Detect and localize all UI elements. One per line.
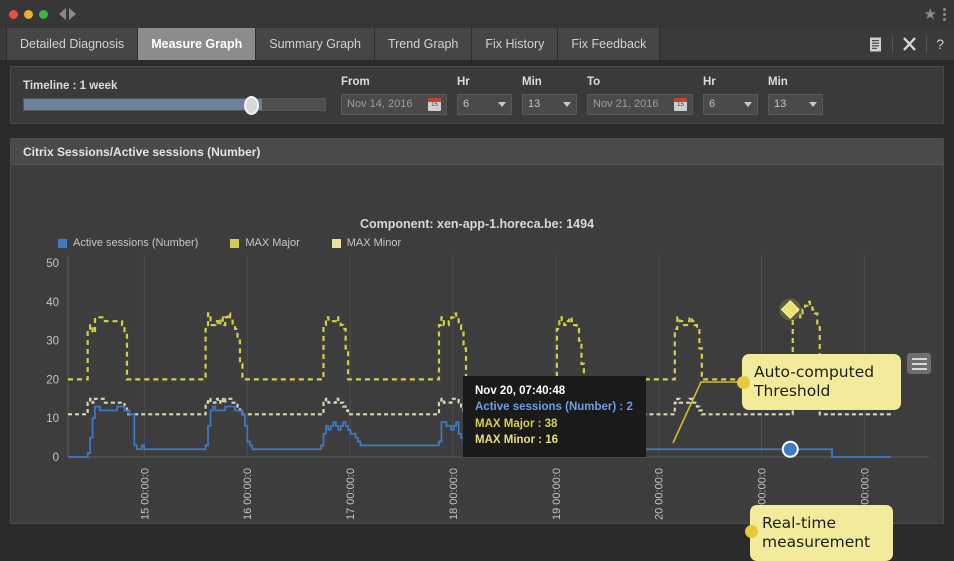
chevron-down-icon[interactable] bbox=[563, 101, 571, 107]
from-hour-group: Hr 6 bbox=[457, 76, 512, 115]
chart-body: 0 10 20 30 40 50 Nov 15 00:00:0 Nov 16 00:00:0 N… bbox=[11, 165, 943, 561]
timeline-slider-handle[interactable] bbox=[243, 95, 259, 115]
timeline-slider-fill bbox=[24, 98, 262, 110]
forward-arrow-icon[interactable] bbox=[69, 8, 76, 20]
back-arrow-icon[interactable] bbox=[59, 8, 66, 20]
icon-divider bbox=[892, 35, 894, 53]
title-bar: ★ bbox=[0, 0, 954, 28]
hamburger-menu-icon[interactable] bbox=[907, 353, 931, 374]
star-icon[interactable]: ★ bbox=[924, 7, 937, 22]
tab-measure-graph[interactable]: Measure Graph bbox=[138, 28, 257, 60]
from-hour-value: 6 bbox=[463, 98, 470, 110]
component-title: Component: xen-app-1.horeca.be: 1494 bbox=[359, 217, 595, 231]
from-hour-select[interactable]: 6 bbox=[457, 93, 512, 115]
kebab-menu-icon[interactable] bbox=[943, 7, 946, 21]
timeline-slider-group: Timeline : 1 week bbox=[11, 79, 331, 115]
legend-swatch-max-major bbox=[230, 238, 240, 248]
icon-divider-2 bbox=[926, 35, 928, 53]
from-minute-label: Min bbox=[522, 75, 542, 88]
svg-text:40: 40 bbox=[46, 297, 59, 309]
chart-panel: Citrix Sessions/Active sessions (Number)… bbox=[10, 138, 944, 561]
from-minute-group: Min 13 bbox=[522, 76, 577, 115]
from-label: From bbox=[341, 75, 370, 88]
close-window-button[interactable] bbox=[9, 9, 18, 19]
svg-text:Nov 20 00:00:0: Nov 20 00:00:0 bbox=[654, 468, 666, 523]
tab-trend-graph[interactable]: Trend Graph bbox=[374, 28, 473, 60]
to-date-group: To Nov 21, 2016 15 bbox=[587, 76, 693, 115]
chart-header-title: Citrix Sessions/Active sessions (Number) bbox=[11, 139, 943, 165]
to-minute-label: Min bbox=[768, 75, 788, 88]
to-minute-group: Min 13 bbox=[768, 76, 823, 115]
svg-text:Nov 17 00:00:0: Nov 17 00:00:0 bbox=[345, 468, 357, 523]
tools-icon[interactable] bbox=[902, 36, 917, 52]
window-controls[interactable] bbox=[9, 9, 48, 19]
tooltip-active-sessions: Active sessions (Number) : 2 bbox=[475, 401, 633, 414]
legend-item-max-major[interactable]: MAX Major bbox=[230, 237, 300, 249]
calendar-icon[interactable]: 15 bbox=[674, 97, 687, 111]
to-minute-select[interactable]: 13 bbox=[768, 93, 823, 115]
tooltip-max-minor: MAX Minor : 16 bbox=[475, 433, 559, 446]
svg-text:20: 20 bbox=[46, 374, 59, 386]
tab-detailed-diagnosis[interactable]: Detailed Diagnosis bbox=[6, 28, 139, 60]
from-minute-value: 13 bbox=[528, 98, 541, 110]
tab-fix-feedback[interactable]: Fix Feedback bbox=[558, 28, 661, 60]
report-icon[interactable] bbox=[869, 37, 883, 52]
navigation-arrows[interactable] bbox=[59, 8, 76, 20]
svg-text:30: 30 bbox=[46, 336, 59, 348]
chevron-down-icon[interactable] bbox=[498, 101, 506, 107]
from-date-group: From Nov 14, 2016 15 bbox=[341, 76, 447, 115]
chevron-down-icon[interactable] bbox=[744, 101, 752, 107]
tab-bar: Detailed Diagnosis Measure Graph Summary… bbox=[0, 28, 954, 60]
legend-item-active-sessions[interactable]: Active sessions (Number) bbox=[58, 237, 198, 249]
titlebar-right-icons: ★ bbox=[924, 7, 946, 22]
from-minute-select[interactable]: 13 bbox=[522, 93, 577, 115]
timeline-slider[interactable] bbox=[23, 95, 326, 115]
tab-fix-history[interactable]: Fix History bbox=[472, 28, 559, 60]
tabbar-action-icons: ? bbox=[869, 28, 944, 60]
to-date-input[interactable]: Nov 21, 2016 15 bbox=[587, 93, 693, 115]
svg-text:50: 50 bbox=[46, 258, 59, 270]
legend-swatch-active-sessions bbox=[58, 238, 67, 248]
legend-label-active-sessions: Active sessions (Number) bbox=[73, 237, 199, 249]
svg-text:0: 0 bbox=[53, 452, 59, 464]
help-icon[interactable]: ? bbox=[936, 37, 944, 51]
maximize-window-button[interactable] bbox=[39, 9, 48, 19]
tooltip-max-major: MAX Major : 38 bbox=[475, 417, 558, 430]
callout-realtime-anchor-dot bbox=[745, 525, 758, 538]
to-hour-group: Hr 6 bbox=[703, 76, 758, 115]
svg-text:Nov 16 00:00:0: Nov 16 00:00:0 bbox=[242, 468, 254, 523]
callout-threshold-anchor-dot bbox=[737, 376, 750, 389]
timeline-panel: Timeline : 1 week From Nov 14, 2016 15 H… bbox=[10, 66, 944, 124]
calendar-icon[interactable]: 15 bbox=[428, 97, 441, 111]
legend-label-max-major: MAX Major bbox=[245, 237, 300, 249]
to-hour-select[interactable]: 6 bbox=[703, 93, 758, 115]
svg-text:Nov 15 00:00:0: Nov 15 00:00:0 bbox=[139, 468, 151, 523]
legend-item-max-minor[interactable]: MAX Minor bbox=[331, 237, 402, 249]
callout-real-time-measurement: Real-time measurement bbox=[750, 505, 893, 561]
to-label: To bbox=[587, 75, 601, 88]
to-minute-value: 13 bbox=[774, 98, 787, 110]
legend-swatch-max-minor bbox=[331, 238, 341, 248]
chevron-down-icon[interactable] bbox=[809, 101, 817, 107]
to-hour-value: 6 bbox=[709, 98, 716, 110]
from-date-input[interactable]: Nov 14, 2016 15 bbox=[341, 93, 447, 115]
chart-tooltip: Nov 20, 07:40:48 Active sessions (Number… bbox=[463, 376, 646, 458]
from-date-value: Nov 14, 2016 bbox=[347, 98, 413, 110]
from-hour-label: Hr bbox=[457, 75, 470, 88]
svg-text:10: 10 bbox=[46, 413, 59, 425]
minimize-window-button[interactable] bbox=[24, 9, 33, 19]
timeline-label: Timeline : 1 week bbox=[23, 79, 118, 92]
chart-legend: Active sessions (Number) MAX Major MAX M… bbox=[58, 237, 401, 249]
to-hour-label: Hr bbox=[703, 75, 716, 88]
tooltip-timestamp: Nov 20, 07:40:48 bbox=[475, 385, 566, 397]
callout-auto-computed-threshold: Auto-computed Threshold bbox=[742, 354, 901, 410]
to-date-value: Nov 21, 2016 bbox=[593, 98, 659, 110]
legend-label-max-minor: MAX Minor bbox=[346, 237, 402, 249]
tab-summary-graph[interactable]: Summary Graph bbox=[256, 28, 375, 60]
svg-text:Nov 18 00:00:0: Nov 18 00:00:0 bbox=[448, 468, 460, 523]
svg-text:Nov 19 00:00:0: Nov 19 00:00:0 bbox=[551, 468, 563, 523]
